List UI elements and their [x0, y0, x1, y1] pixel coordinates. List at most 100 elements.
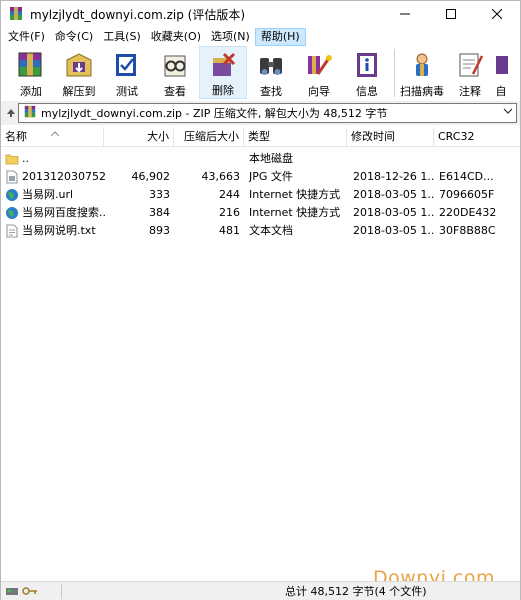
add-archive-icon	[14, 49, 48, 81]
delete-label: 删除	[212, 84, 234, 97]
file-size: 893	[149, 224, 170, 237]
file-modified: 2018-03-05 1...	[353, 188, 435, 201]
view-label: 查看	[164, 85, 186, 98]
file-name: ..	[22, 152, 29, 165]
window-title: mylzjlydt_downyi.com.zip (评估版本)	[30, 7, 246, 22]
status-bar: 总计 48,512 字节(4 个文件)	[1, 581, 520, 600]
find-button[interactable]: 查找	[247, 46, 295, 99]
globe-icon	[6, 207, 18, 219]
wizard-button[interactable]: 向导	[295, 46, 343, 99]
file-packed-size: 481	[219, 224, 240, 237]
chevron-down-icon[interactable]	[503, 106, 513, 119]
info-label: 信息	[356, 85, 378, 98]
file-name: 当易网百度搜索...	[22, 206, 105, 219]
comment-icon	[453, 49, 487, 81]
sort-up-icon	[50, 124, 60, 144]
comment-label: 注释	[459, 85, 481, 98]
wizard-icon	[302, 49, 336, 81]
archive-path-field[interactable]: mylzjlydt_downyi.com.zip - ZIP 压缩文件, 解包大…	[18, 103, 517, 123]
test-button[interactable]: 测试	[103, 46, 151, 99]
file-name: 当易网说明.txt	[22, 224, 96, 237]
file-size: 333	[149, 188, 170, 201]
maximize-button[interactable]	[428, 1, 474, 27]
file-row[interactable]: 201312030752... 46,902 43,663 JPG 文件 201…	[1, 168, 520, 186]
file-crc32: 30F8B88C	[439, 224, 496, 237]
column-name[interactable]: 名称	[1, 127, 104, 147]
up-level-button[interactable]	[4, 104, 18, 122]
file-type: Internet 快捷方式	[249, 206, 341, 219]
file-list: .. 本地磁盘 201312030752... 46,902 43,663 JP…	[1, 148, 520, 578]
window-controls	[382, 1, 520, 27]
status-total: 总计 48,512 字节(4 个文件)	[285, 585, 427, 598]
info-button[interactable]: 信息	[343, 46, 391, 99]
close-button[interactable]	[474, 1, 520, 27]
wizard-label: 向导	[308, 85, 330, 98]
file-type: 本地磁盘	[249, 152, 293, 165]
file-type: JPG 文件	[249, 170, 293, 183]
file-type: Internet 快捷方式	[249, 188, 341, 201]
minimize-button[interactable]	[382, 1, 428, 27]
column-packed-size[interactable]: 压缩后大小	[174, 127, 244, 147]
file-modified: 2018-03-05 1...	[353, 206, 435, 219]
menu-file[interactable]: 文件(F)	[3, 28, 50, 46]
file-size: 46,902	[131, 170, 171, 183]
archive-icon	[23, 105, 37, 122]
column-size[interactable]: 大小	[104, 127, 174, 147]
column-crc32[interactable]: CRC32	[434, 127, 520, 147]
file-modified: 2018-12-26 1...	[353, 170, 435, 183]
delete-icon	[206, 50, 240, 80]
file-name: 201312030752...	[22, 170, 105, 183]
add-label: 添加	[20, 85, 42, 98]
file-packed-size: 216	[219, 206, 240, 219]
sfx-icon	[494, 49, 508, 81]
title-bar[interactable]: mylzjlydt_downyi.com.zip (评估版本)	[1, 1, 520, 27]
file-crc32: 220DE432	[439, 206, 497, 219]
arrow-up-icon	[7, 109, 15, 117]
add-button[interactable]: 添加	[7, 46, 55, 99]
test-label: 测试	[116, 85, 138, 98]
close-icon	[492, 9, 502, 19]
file-modified: 2018-03-05 1...	[353, 224, 435, 237]
winrar-window: mylzjlydt_downyi.com.zip (评估版本) 文件(F) 命令…	[0, 0, 521, 600]
file-row[interactable]: 当易网百度搜索... 384 216 Internet 快捷方式 2018-03…	[1, 204, 520, 222]
extract-to-label: 解压到	[62, 85, 96, 98]
file-crc32: E614CD...	[439, 170, 494, 183]
status-icons	[1, 582, 61, 600]
status-separator	[61, 583, 62, 599]
column-type[interactable]: 类型	[244, 127, 347, 147]
file-row[interactable]: 当易网说明.txt 893 481 文本文档 2018-03-05 1... 3…	[1, 222, 520, 240]
file-crc32	[439, 150, 519, 168]
extract-to-icon	[62, 49, 96, 81]
menu-tools[interactable]: 工具(S)	[98, 28, 146, 46]
test-icon	[110, 49, 144, 81]
toolbar-separator	[394, 49, 395, 97]
sfx-label: 自	[495, 85, 507, 98]
virus-scan-icon	[405, 49, 439, 81]
file-type: 文本文档	[249, 224, 293, 237]
file-size	[104, 150, 170, 168]
folder-icon	[5, 154, 19, 165]
maximize-icon	[446, 9, 456, 19]
extract-to-button[interactable]: 解压到	[55, 46, 103, 99]
view-button[interactable]: 查看	[151, 46, 199, 99]
file-packed-size: 43,663	[201, 170, 241, 183]
file-crc32: 7096605F	[439, 188, 495, 201]
menu-favorites[interactable]: 收藏夹(O)	[146, 28, 206, 46]
delete-button[interactable]: 删除	[199, 46, 247, 99]
sfx-button[interactable]: 自	[494, 46, 508, 99]
menu-commands[interactable]: 命令(C)	[50, 28, 98, 46]
column-modified[interactable]: 修改时间	[347, 127, 434, 147]
file-packed-size: 244	[219, 188, 240, 201]
minimize-icon	[400, 13, 410, 15]
virus-scan-button[interactable]: 扫描病毒	[398, 46, 446, 99]
menu-options[interactable]: 选项(N)	[206, 28, 255, 46]
find-label: 查找	[260, 85, 282, 98]
view-icon	[158, 49, 192, 81]
find-icon	[254, 49, 288, 81]
file-row-parent[interactable]: .. 本地磁盘	[1, 150, 520, 168]
column-name-label: 名称	[5, 130, 27, 143]
text-file-icon	[6, 224, 18, 238]
menu-help[interactable]: 帮助(H)	[254, 27, 306, 46]
comment-button[interactable]: 注释	[446, 46, 494, 99]
file-row[interactable]: 当易网.url 333 244 Internet 快捷方式 2018-03-05…	[1, 186, 520, 204]
